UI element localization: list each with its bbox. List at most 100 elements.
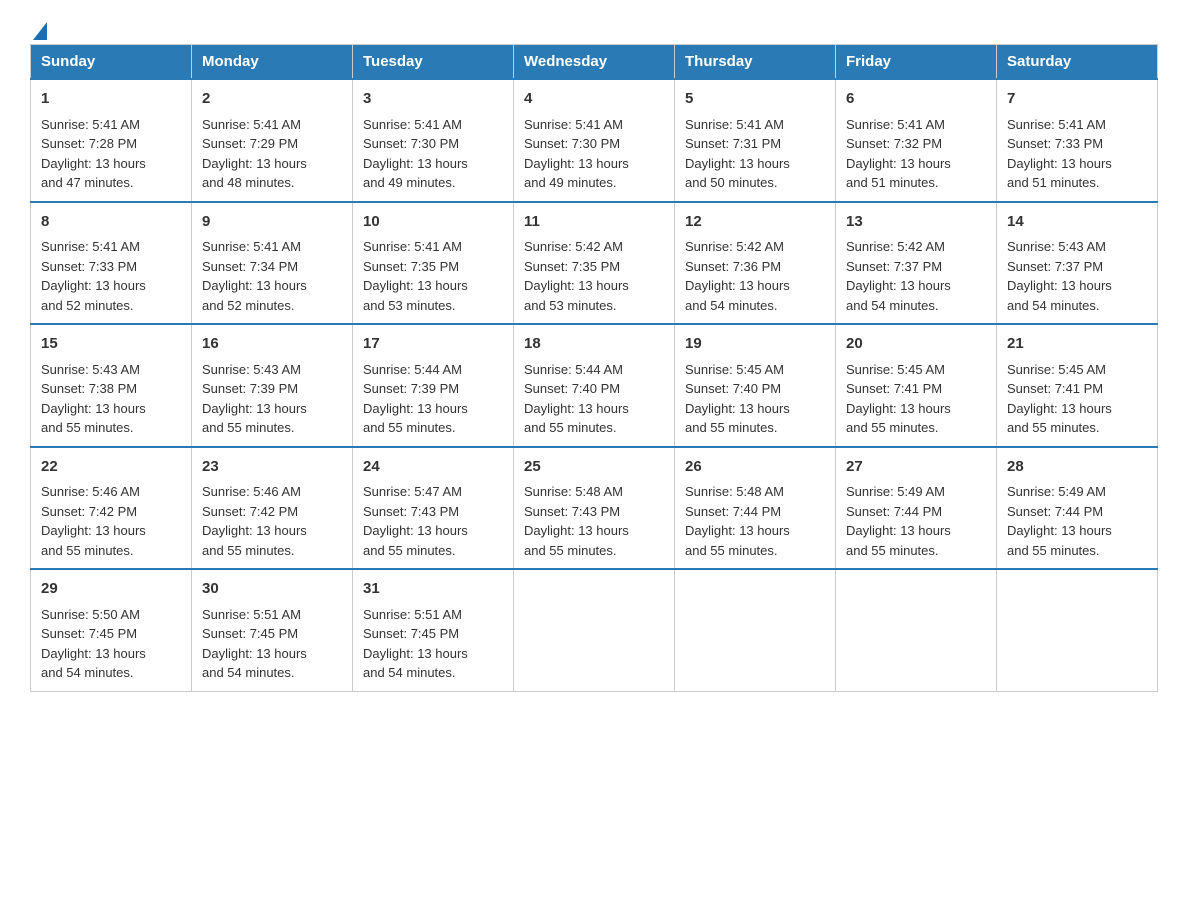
calendar-cell: 31Sunrise: 5:51 AMSunset: 7:45 PMDayligh… — [353, 569, 514, 691]
day-info: Sunrise: 5:41 AMSunset: 7:35 PMDaylight:… — [363, 237, 503, 315]
day-info: Sunrise: 5:41 AMSunset: 7:30 PMDaylight:… — [524, 115, 664, 193]
day-info: Sunrise: 5:43 AMSunset: 7:38 PMDaylight:… — [41, 360, 181, 438]
day-number: 8 — [41, 211, 181, 234]
weekday-header-row: SundayMondayTuesdayWednesdayThursdayFrid… — [31, 45, 1158, 80]
calendar-cell: 29Sunrise: 5:50 AMSunset: 7:45 PMDayligh… — [31, 569, 192, 691]
day-info: Sunrise: 5:41 AMSunset: 7:31 PMDaylight:… — [685, 115, 825, 193]
day-number: 1 — [41, 88, 181, 111]
calendar-cell: 21 Sunrise: 5:45 AMSunset: 7:41 PMDayligh… — [997, 324, 1158, 447]
day-number: 7 — [1007, 88, 1147, 111]
calendar-cell: 8 Sunrise: 5:41 AMSunset: 7:33 PMDaylight… — [31, 202, 192, 325]
day-number: 27 — [846, 456, 986, 479]
day-info: Sunrise: 5:41 AMSunset: 7:29 PMDaylight:… — [202, 115, 342, 193]
day-info: Sunrise: 5:41 AMSunset: 7:34 PMDaylight:… — [202, 237, 342, 315]
day-info: Sunrise: 5:41 AMSunset: 7:30 PMDaylight:… — [363, 115, 503, 193]
calendar-cell: 7 Sunrise: 5:41 AMSunset: 7:33 PMDaylight… — [997, 79, 1158, 202]
day-info: Sunrise: 5:46 AMSunset: 7:42 PMDaylight:… — [202, 482, 342, 560]
calendar-cell: 19 Sunrise: 5:45 AMSunset: 7:40 PMDayligh… — [675, 324, 836, 447]
weekday-header-friday: Friday — [836, 45, 997, 80]
day-number: 24 — [363, 456, 503, 479]
day-info: Sunrise: 5:42 AMSunset: 7:37 PMDaylight:… — [846, 237, 986, 315]
calendar-cell: 28 Sunrise: 5:49 AMSunset: 7:44 PMDayligh… — [997, 447, 1158, 570]
calendar-cell: 12Sunrise: 5:42 AMSunset: 7:36 PMDayligh… — [675, 202, 836, 325]
day-info: Sunrise: 5:44 AMSunset: 7:39 PMDaylight:… — [363, 360, 503, 438]
calendar-cell: 4 Sunrise: 5:41 AMSunset: 7:30 PMDaylight… — [514, 79, 675, 202]
day-number: 28 — [1007, 456, 1147, 479]
day-info: Sunrise: 5:49 AMSunset: 7:44 PMDaylight:… — [1007, 482, 1147, 560]
day-number: 31 — [363, 578, 503, 601]
page-header — [30, 20, 1158, 34]
day-number: 13 — [846, 211, 986, 234]
calendar-cell: 20 Sunrise: 5:45 AMSunset: 7:41 PMDayligh… — [836, 324, 997, 447]
weekday-header-sunday: Sunday — [31, 45, 192, 80]
day-number: 20 — [846, 333, 986, 356]
calendar-week-row-1: 1 Sunrise: 5:41 AMSunset: 7:28 PMDaylight… — [31, 79, 1158, 202]
day-number: 18 — [524, 333, 664, 356]
day-info: Sunrise: 5:46 AMSunset: 7:42 PMDaylight:… — [41, 482, 181, 560]
calendar-cell — [514, 569, 675, 691]
calendar-cell: 3 Sunrise: 5:41 AMSunset: 7:30 PMDaylight… — [353, 79, 514, 202]
calendar-cell: 26 Sunrise: 5:48 AMSunset: 7:44 PMDayligh… — [675, 447, 836, 570]
day-number: 14 — [1007, 211, 1147, 234]
day-number: 12 — [685, 211, 825, 234]
calendar-cell: 27 Sunrise: 5:49 AMSunset: 7:44 PMDayligh… — [836, 447, 997, 570]
day-number: 10 — [363, 211, 503, 234]
day-number: 3 — [363, 88, 503, 111]
calendar-table: SundayMondayTuesdayWednesdayThursdayFrid… — [30, 44, 1158, 692]
day-info: Sunrise: 5:48 AMSunset: 7:43 PMDaylight:… — [524, 482, 664, 560]
day-number: 26 — [685, 456, 825, 479]
day-info: Sunrise: 5:45 AMSunset: 7:41 PMDaylight:… — [846, 360, 986, 438]
day-info: Sunrise: 5:45 AMSunset: 7:41 PMDaylight:… — [1007, 360, 1147, 438]
day-number: 6 — [846, 88, 986, 111]
day-info: Sunrise: 5:45 AMSunset: 7:40 PMDaylight:… — [685, 360, 825, 438]
calendar-cell — [836, 569, 997, 691]
day-number: 11 — [524, 211, 664, 234]
calendar-cell: 22 Sunrise: 5:46 AMSunset: 7:42 PMDayligh… — [31, 447, 192, 570]
day-info: Sunrise: 5:41 AMSunset: 7:28 PMDaylight:… — [41, 115, 181, 193]
logo-arrow-icon — [33, 22, 47, 40]
weekday-header-thursday: Thursday — [675, 45, 836, 80]
calendar-week-row-2: 8 Sunrise: 5:41 AMSunset: 7:33 PMDaylight… — [31, 202, 1158, 325]
day-number: 16 — [202, 333, 342, 356]
day-number: 19 — [685, 333, 825, 356]
day-number: 21 — [1007, 333, 1147, 356]
day-info: Sunrise: 5:49 AMSunset: 7:44 PMDaylight:… — [846, 482, 986, 560]
calendar-week-row-5: 29Sunrise: 5:50 AMSunset: 7:45 PMDayligh… — [31, 569, 1158, 691]
calendar-cell: 13 Sunrise: 5:42 AMSunset: 7:37 PMDayligh… — [836, 202, 997, 325]
day-number: 25 — [524, 456, 664, 479]
day-info: Sunrise: 5:48 AMSunset: 7:44 PMDaylight:… — [685, 482, 825, 560]
calendar-cell: 15 Sunrise: 5:43 AMSunset: 7:38 PMDayligh… — [31, 324, 192, 447]
calendar-cell: 5Sunrise: 5:41 AMSunset: 7:31 PMDaylight… — [675, 79, 836, 202]
calendar-cell: 1 Sunrise: 5:41 AMSunset: 7:28 PMDaylight… — [31, 79, 192, 202]
day-info: Sunrise: 5:41 AMSunset: 7:33 PMDaylight:… — [1007, 115, 1147, 193]
day-info: Sunrise: 5:44 AMSunset: 7:40 PMDaylight:… — [524, 360, 664, 438]
day-number: 23 — [202, 456, 342, 479]
day-info: Sunrise: 5:41 AMSunset: 7:32 PMDaylight:… — [846, 115, 986, 193]
day-info: Sunrise: 5:41 AMSunset: 7:33 PMDaylight:… — [41, 237, 181, 315]
calendar-cell: 10 Sunrise: 5:41 AMSunset: 7:35 PMDayligh… — [353, 202, 514, 325]
weekday-header-saturday: Saturday — [997, 45, 1158, 80]
calendar-cell: 14 Sunrise: 5:43 AMSunset: 7:37 PMDayligh… — [997, 202, 1158, 325]
calendar-week-row-4: 22 Sunrise: 5:46 AMSunset: 7:42 PMDayligh… — [31, 447, 1158, 570]
calendar-cell: 11Sunrise: 5:42 AMSunset: 7:35 PMDayligh… — [514, 202, 675, 325]
calendar-cell: 23 Sunrise: 5:46 AMSunset: 7:42 PMDayligh… — [192, 447, 353, 570]
calendar-cell: 24 Sunrise: 5:47 AMSunset: 7:43 PMDayligh… — [353, 447, 514, 570]
logo-line1 — [30, 20, 47, 40]
day-info: Sunrise: 5:47 AMSunset: 7:43 PMDaylight:… — [363, 482, 503, 560]
calendar-cell: 17Sunrise: 5:44 AMSunset: 7:39 PMDayligh… — [353, 324, 514, 447]
calendar-cell: 9Sunrise: 5:41 AMSunset: 7:34 PMDaylight… — [192, 202, 353, 325]
weekday-header-monday: Monday — [192, 45, 353, 80]
calendar-cell: 6 Sunrise: 5:41 AMSunset: 7:32 PMDaylight… — [836, 79, 997, 202]
day-info: Sunrise: 5:43 AMSunset: 7:39 PMDaylight:… — [202, 360, 342, 438]
day-number: 30 — [202, 578, 342, 601]
logo — [30, 20, 47, 34]
day-number: 4 — [524, 88, 664, 111]
day-number: 2 — [202, 88, 342, 111]
day-info: Sunrise: 5:43 AMSunset: 7:37 PMDaylight:… — [1007, 237, 1147, 315]
calendar-cell: 30Sunrise: 5:51 AMSunset: 7:45 PMDayligh… — [192, 569, 353, 691]
calendar-cell — [675, 569, 836, 691]
calendar-week-row-3: 15 Sunrise: 5:43 AMSunset: 7:38 PMDayligh… — [31, 324, 1158, 447]
day-number: 15 — [41, 333, 181, 356]
calendar-cell: 18 Sunrise: 5:44 AMSunset: 7:40 PMDayligh… — [514, 324, 675, 447]
day-number: 22 — [41, 456, 181, 479]
